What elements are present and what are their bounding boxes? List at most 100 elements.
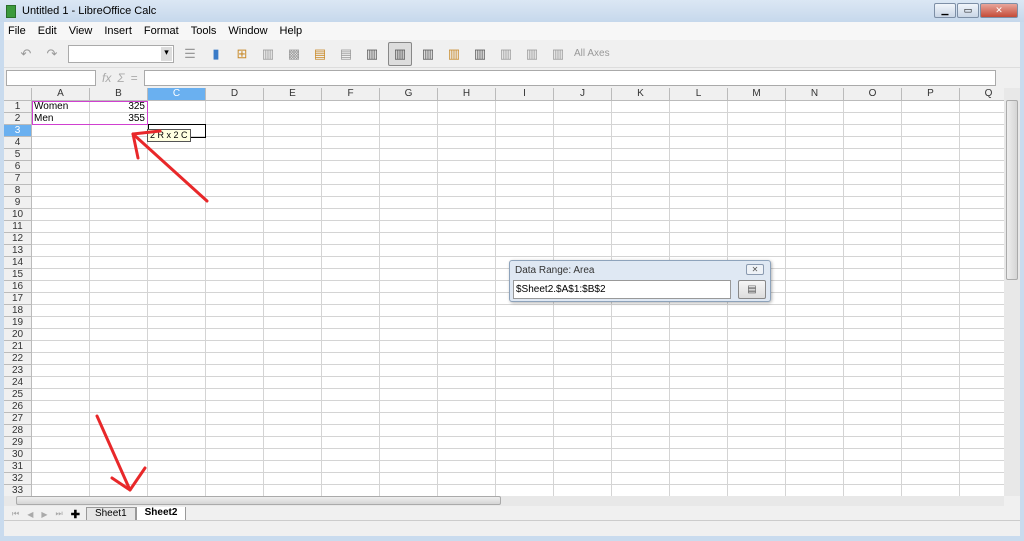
cell-a9[interactable] — [32, 197, 90, 209]
cell-j32[interactable] — [554, 473, 612, 485]
cell-d9[interactable] — [206, 197, 264, 209]
cell-e24[interactable] — [264, 377, 322, 389]
cell-m3[interactable] — [728, 125, 786, 137]
cell-d33[interactable] — [206, 485, 264, 496]
cell-c33[interactable] — [148, 485, 206, 496]
cell-d12[interactable] — [206, 233, 264, 245]
cell-g27[interactable] — [380, 413, 438, 425]
cell-j22[interactable] — [554, 353, 612, 365]
cell-e17[interactable] — [264, 293, 322, 305]
cell-i11[interactable] — [496, 221, 554, 233]
cell-b16[interactable] — [90, 281, 148, 293]
cell-m19[interactable] — [728, 317, 786, 329]
cell-j21[interactable] — [554, 341, 612, 353]
cell-j33[interactable] — [554, 485, 612, 496]
column-header-c[interactable]: C — [148, 88, 206, 101]
cell-k21[interactable] — [612, 341, 670, 353]
cell-o24[interactable] — [844, 377, 902, 389]
last-sheet-icon[interactable]: ⏭ — [56, 509, 63, 519]
cell-c11[interactable] — [148, 221, 206, 233]
cell-e25[interactable] — [264, 389, 322, 401]
formula-icon[interactable]: = — [131, 71, 138, 85]
cell-e12[interactable] — [264, 233, 322, 245]
all-axes-button[interactable]: All Axes — [574, 48, 610, 59]
cell-f20[interactable] — [322, 329, 380, 341]
cell-n26[interactable] — [786, 401, 844, 413]
cell-b29[interactable] — [90, 437, 148, 449]
cell-j8[interactable] — [554, 185, 612, 197]
cell-h14[interactable] — [438, 257, 496, 269]
cell-m18[interactable] — [728, 305, 786, 317]
cell-l27[interactable] — [670, 413, 728, 425]
cell-b13[interactable] — [90, 245, 148, 257]
cell-f3[interactable] — [322, 125, 380, 137]
cell-c9[interactable] — [148, 197, 206, 209]
undo-icon[interactable]: ↶ — [16, 44, 36, 64]
cell-j13[interactable] — [554, 245, 612, 257]
row-header-18[interactable]: 18 — [4, 305, 32, 317]
cell-k25[interactable] — [612, 389, 670, 401]
cell-h7[interactable] — [438, 173, 496, 185]
cell-n5[interactable] — [786, 149, 844, 161]
cell-o6[interactable] — [844, 161, 902, 173]
cell-g24[interactable] — [380, 377, 438, 389]
cell-d22[interactable] — [206, 353, 264, 365]
cell-b10[interactable] — [90, 209, 148, 221]
cell-b22[interactable] — [90, 353, 148, 365]
cell-c12[interactable] — [148, 233, 206, 245]
cell-o3[interactable] — [844, 125, 902, 137]
cell-c16[interactable] — [148, 281, 206, 293]
cell-d17[interactable] — [206, 293, 264, 305]
row-header-21[interactable]: 21 — [4, 341, 32, 353]
cell-m30[interactable] — [728, 449, 786, 461]
cell-n18[interactable] — [786, 305, 844, 317]
cell-n12[interactable] — [786, 233, 844, 245]
cell-f14[interactable] — [322, 257, 380, 269]
cell-k23[interactable] — [612, 365, 670, 377]
cell-n8[interactable] — [786, 185, 844, 197]
cell-g19[interactable] — [380, 317, 438, 329]
cell-m23[interactable] — [728, 365, 786, 377]
cell-i32[interactable] — [496, 473, 554, 485]
cell-b9[interactable] — [90, 197, 148, 209]
cell-m13[interactable] — [728, 245, 786, 257]
column-header-d[interactable]: D — [206, 88, 264, 101]
row-header-28[interactable]: 28 — [4, 425, 32, 437]
cell-f4[interactable] — [322, 137, 380, 149]
cell-a27[interactable] — [32, 413, 90, 425]
cell-l13[interactable] — [670, 245, 728, 257]
cell-e10[interactable] — [264, 209, 322, 221]
cell-d4[interactable] — [206, 137, 264, 149]
cell-a31[interactable] — [32, 461, 90, 473]
cell-i23[interactable] — [496, 365, 554, 377]
cell-e2[interactable] — [264, 113, 322, 125]
cell-g28[interactable] — [380, 425, 438, 437]
cell-p23[interactable] — [902, 365, 960, 377]
cell-p24[interactable] — [902, 377, 960, 389]
cell-g10[interactable] — [380, 209, 438, 221]
cell-g16[interactable] — [380, 281, 438, 293]
cell-c13[interactable] — [148, 245, 206, 257]
cell-m32[interactable] — [728, 473, 786, 485]
cell-c18[interactable] — [148, 305, 206, 317]
cell-e32[interactable] — [264, 473, 322, 485]
cell-h32[interactable] — [438, 473, 496, 485]
cell-e33[interactable] — [264, 485, 322, 496]
column-header-g[interactable]: G — [380, 88, 438, 101]
cell-c14[interactable] — [148, 257, 206, 269]
cell-m31[interactable] — [728, 461, 786, 473]
cell-b20[interactable] — [90, 329, 148, 341]
menu-tools[interactable]: Tools — [191, 25, 217, 37]
column-header-i[interactable]: I — [496, 88, 554, 101]
cell-k24[interactable] — [612, 377, 670, 389]
cell-p29[interactable] — [902, 437, 960, 449]
cell-p19[interactable] — [902, 317, 960, 329]
cell-p26[interactable] — [902, 401, 960, 413]
column-header-j[interactable]: J — [554, 88, 612, 101]
row-header-5[interactable]: 5 — [4, 149, 32, 161]
cell-i26[interactable] — [496, 401, 554, 413]
cell-f10[interactable] — [322, 209, 380, 221]
cell-e7[interactable] — [264, 173, 322, 185]
row-header-11[interactable]: 11 — [4, 221, 32, 233]
cell-h24[interactable] — [438, 377, 496, 389]
